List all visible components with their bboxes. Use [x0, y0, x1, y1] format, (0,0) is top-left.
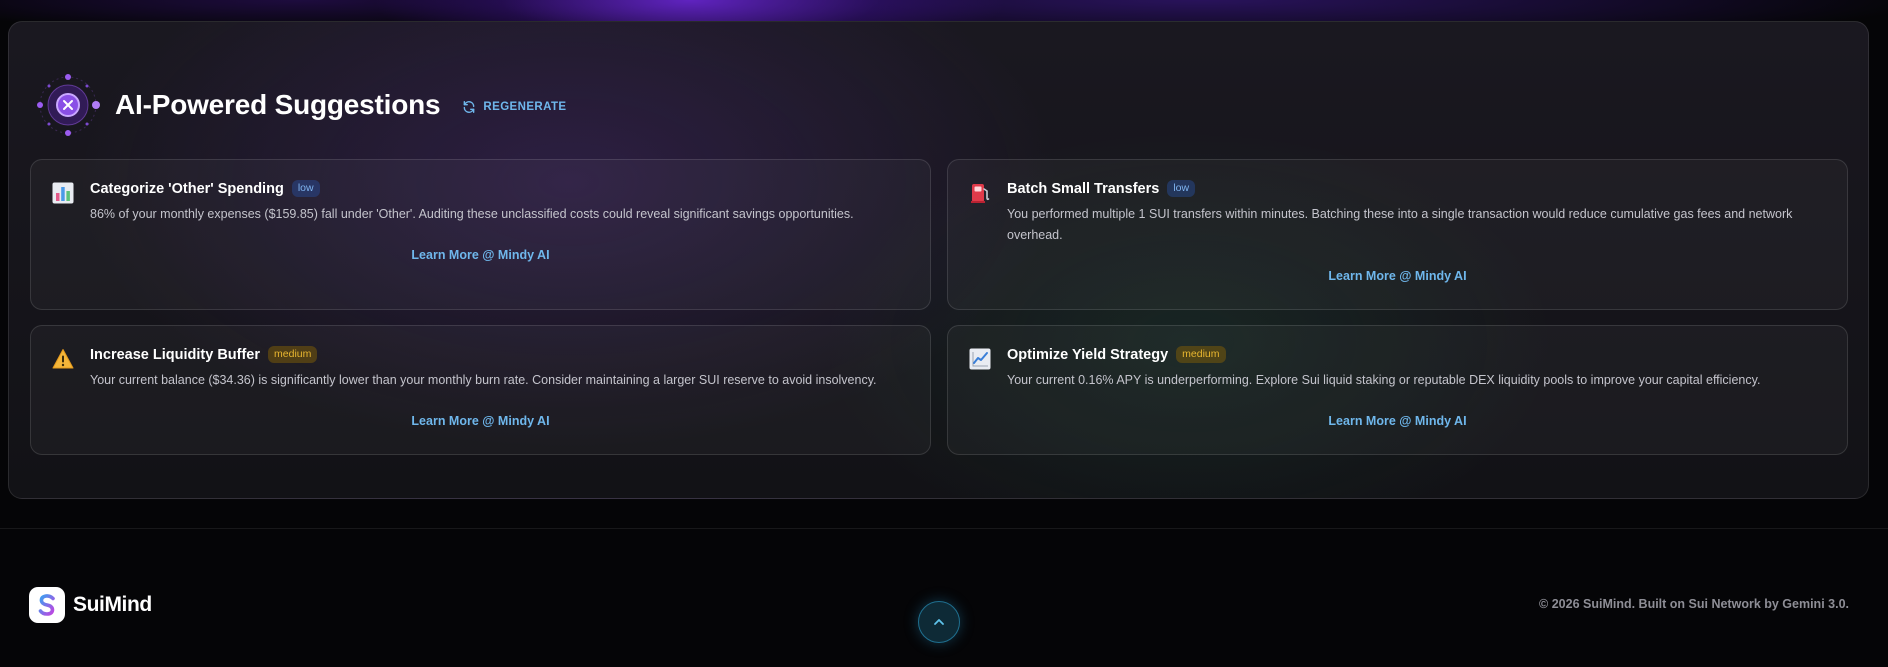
card-title-row: Batch Small Transfers low — [1007, 180, 1196, 197]
chevron-up-icon — [934, 619, 944, 625]
card-title: Optimize Yield Strategy — [1007, 346, 1169, 363]
learn-more-link[interactable]: Learn More @ Mindy AI — [31, 248, 930, 262]
brand[interactable]: SuiMind — [29, 587, 152, 623]
learn-more-link[interactable]: Learn More @ Mindy AI — [948, 269, 1847, 283]
trend-chart-icon — [969, 348, 991, 370]
panel-title: AI-Powered Suggestions — [115, 89, 441, 120]
copyright-text: © 2026 SuiMind. Built on Sui Network by … — [1539, 597, 1849, 611]
panel-header: AI-Powered Suggestions REGENERATE — [35, 72, 566, 138]
scroll-to-top-button[interactable] — [918, 601, 960, 643]
priority-badge: low — [291, 180, 320, 197]
fuel-pump-icon — [969, 182, 991, 204]
suggestion-card: Optimize Yield Strategy medium Your curr… — [947, 325, 1848, 455]
learn-more-link[interactable]: Learn More @ Mindy AI — [31, 414, 930, 428]
card-description: 86% of your monthly expenses ($159.85) f… — [90, 207, 854, 221]
bar-chart-icon — [52, 182, 74, 204]
regenerate-button[interactable]: REGENERATE — [462, 100, 566, 114]
suimind-logo-icon — [29, 587, 65, 623]
card-title-row: Categorize 'Other' Spending low — [90, 180, 320, 197]
card-description: You performed multiple 1 SUI transfers w… — [1007, 207, 1793, 242]
card-title-row: Increase Liquidity Buffer medium — [90, 346, 318, 363]
card-title: Increase Liquidity Buffer — [90, 346, 261, 363]
learn-more-link[interactable]: Learn More @ Mindy AI — [948, 414, 1847, 428]
refresh-icon — [464, 101, 475, 113]
suggestion-card: Batch Small Transfers low You performed … — [947, 159, 1848, 310]
priority-badge: medium — [268, 346, 318, 363]
card-title: Batch Small Transfers — [1007, 180, 1160, 197]
footer-divider — [0, 528, 1888, 529]
suggestion-card: Categorize 'Other' Spending low 86% of y… — [30, 159, 931, 310]
brand-name: SuiMind — [73, 593, 152, 616]
regenerate-label: REGENERATE — [483, 101, 567, 113]
card-description: Your current balance ($34.36) is signifi… — [90, 373, 877, 387]
card-title: Categorize 'Other' Spending — [90, 180, 284, 197]
priority-badge: medium — [1176, 346, 1226, 363]
ai-orbit-icon — [35, 72, 101, 138]
warning-icon — [52, 348, 74, 370]
suggestion-card: Increase Liquidity Buffer medium Your cu… — [30, 325, 931, 455]
priority-badge: low — [1167, 180, 1196, 197]
card-title-row: Optimize Yield Strategy medium — [1007, 346, 1226, 363]
card-description: Your current 0.16% APY is underperformin… — [1007, 373, 1761, 387]
suggestions-panel: AI-Powered Suggestions REGENERATE Catego… — [8, 21, 1869, 499]
